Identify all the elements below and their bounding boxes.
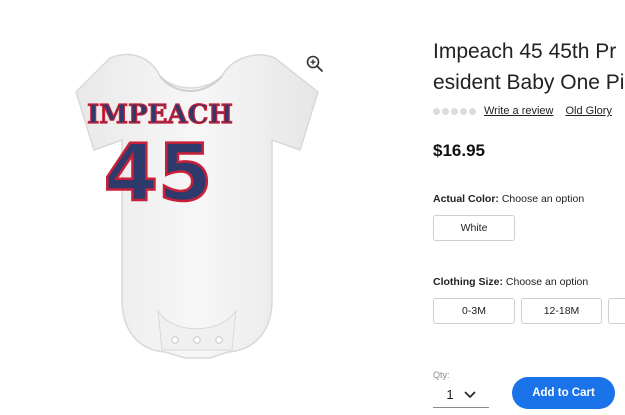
star-rating [433,107,476,115]
quantity-value: 1 [446,386,454,402]
color-option-label: Actual Color: Choose an option [433,193,584,205]
write-review-link[interactable]: Write a review [484,105,553,117]
size-option-0-3m[interactable]: 0-3M [433,298,515,324]
product-title: Impeach 45 45th President Baby One Piece [433,40,625,94]
brand-link[interactable]: Old Glory [565,105,611,117]
star-icon [433,107,440,115]
print-line-1: IMPEACH [87,100,233,130]
size-prompt: Choose an option [505,276,589,288]
size-label: Clothing Size: [433,276,503,288]
color-label: Actual Color: [433,193,499,205]
quantity-select[interactable]: 1 [433,381,489,408]
size-option-12-18m[interactable]: 12-18M [521,298,602,324]
color-option-white[interactable]: White [433,215,515,241]
add-to-cart-button[interactable]: Add to Cart [512,377,615,409]
color-prompt: Choose an option [501,193,585,205]
print-line-2: 45 [104,129,213,219]
star-icon [451,107,458,115]
size-option-label: Clothing Size: Choose an option [433,276,588,288]
zoom-in-icon[interactable] [305,54,325,74]
price: $16.95 [433,141,485,160]
product-image[interactable]: IMPEACH 45 [0,0,420,415]
star-icon [469,107,476,115]
chevron-down-icon [464,387,476,402]
star-icon [442,107,449,115]
onesie-illustration: IMPEACH 45 [75,53,319,359]
star-icon [460,107,467,115]
qty-label: Qty: [433,370,450,380]
rating-row: Write a review Old Glory [433,103,612,119]
size-option-partial[interactable] [608,298,625,324]
